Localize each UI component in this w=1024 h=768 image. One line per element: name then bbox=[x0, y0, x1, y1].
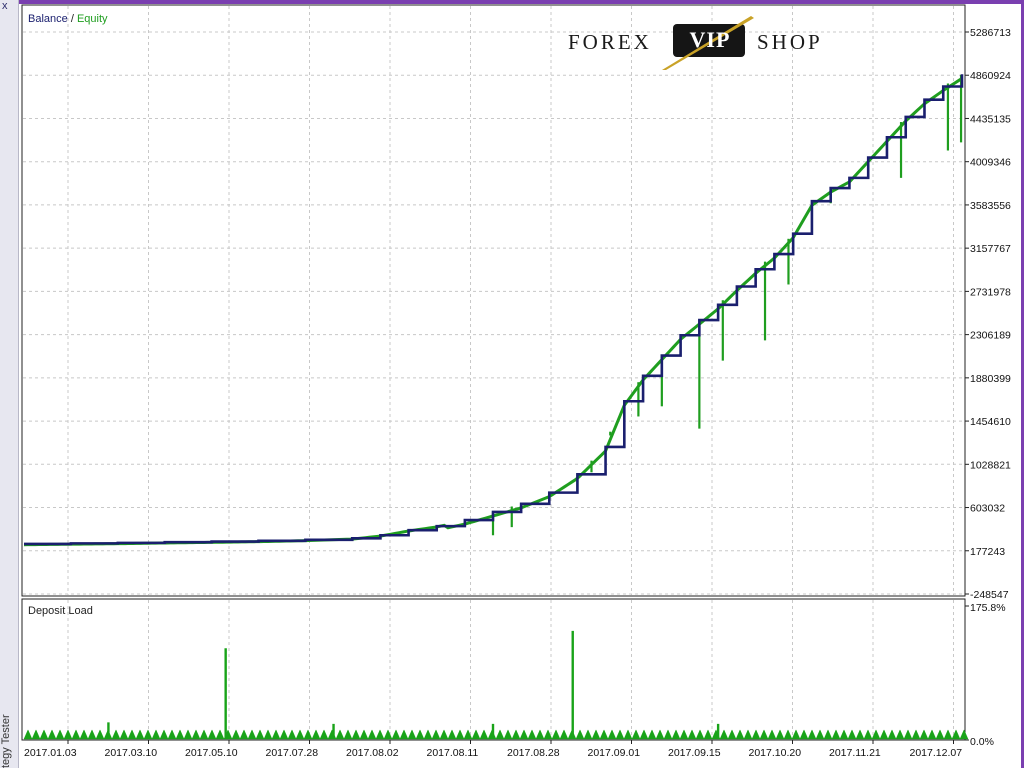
x-tick-label: 2017.11.21 bbox=[829, 747, 881, 759]
y-tick-label: 1454610 bbox=[970, 416, 1011, 428]
x-tick-label: 2017.07.28 bbox=[266, 747, 319, 759]
strategy-tester-chart: 5286713 4860924 4435135 4009346 3583556 31577… bbox=[21, 4, 1011, 759]
y-tick-label: 3157767 bbox=[970, 243, 1011, 255]
x-tick-label: 2017.12.07 bbox=[910, 747, 963, 759]
x-tick-label: 2017.03.10 bbox=[105, 747, 158, 759]
x-tick-label: 2017.10.20 bbox=[749, 747, 802, 759]
logo-vip-word: VIP bbox=[689, 27, 731, 52]
y-tick-label: -248547 bbox=[970, 589, 1009, 601]
x-tick-label: 2017.09.01 bbox=[588, 747, 641, 759]
y-tick-label: 3583556 bbox=[970, 200, 1011, 212]
deposit-load-min-label: 0.0% bbox=[970, 736, 994, 748]
forex-vip-shop-logo: FOREX VIP SHOP bbox=[568, 14, 830, 70]
deposit-load-max-label: 175.8% bbox=[970, 602, 1006, 614]
balance-legend: Balance bbox=[28, 13, 68, 25]
deposit-load-title: Deposit Load bbox=[28, 605, 93, 617]
y-tick-label: 177243 bbox=[970, 546, 1005, 558]
y-tick-label: 2731978 bbox=[970, 286, 1011, 298]
logo-shop-word: SHOP bbox=[757, 30, 823, 54]
y-tick-label: 5286713 bbox=[970, 27, 1011, 39]
y-tick-label: 4009346 bbox=[970, 157, 1011, 169]
y-tick-label: 1028821 bbox=[970, 459, 1011, 471]
x-tick-label: 2017.01.03 bbox=[24, 747, 77, 759]
x-tick-label: 2017.05.10 bbox=[185, 747, 238, 759]
y-tick-label: 4860924 bbox=[970, 70, 1011, 82]
x-tick-label: 2017.08.11 bbox=[427, 747, 479, 759]
deposit-load-panel bbox=[21, 598, 966, 741]
y-tick-label: 4435135 bbox=[970, 113, 1011, 125]
legend-separator: / bbox=[68, 13, 77, 25]
main-title: Balance / Equity bbox=[28, 13, 108, 25]
x-tick-label: 2017.09.15 bbox=[668, 747, 721, 759]
main-y-axis: 5286713 4860924 4435135 4009346 3583556 31577… bbox=[965, 27, 1011, 601]
y-tick-label: 1880399 bbox=[970, 373, 1011, 385]
y-tick-label: 2306189 bbox=[970, 330, 1011, 342]
x-tick-label: 2017.08.02 bbox=[346, 747, 399, 759]
logo-forex-word: FOREX bbox=[568, 30, 652, 54]
x-axis: 2017.01.03 2017.03.10 2017.05.10 2017.07.28… bbox=[24, 740, 962, 759]
x-tick-label: 2017.08.28 bbox=[507, 747, 560, 759]
y-tick-label: 603032 bbox=[970, 503, 1005, 515]
equity-legend: Equity bbox=[77, 13, 108, 25]
